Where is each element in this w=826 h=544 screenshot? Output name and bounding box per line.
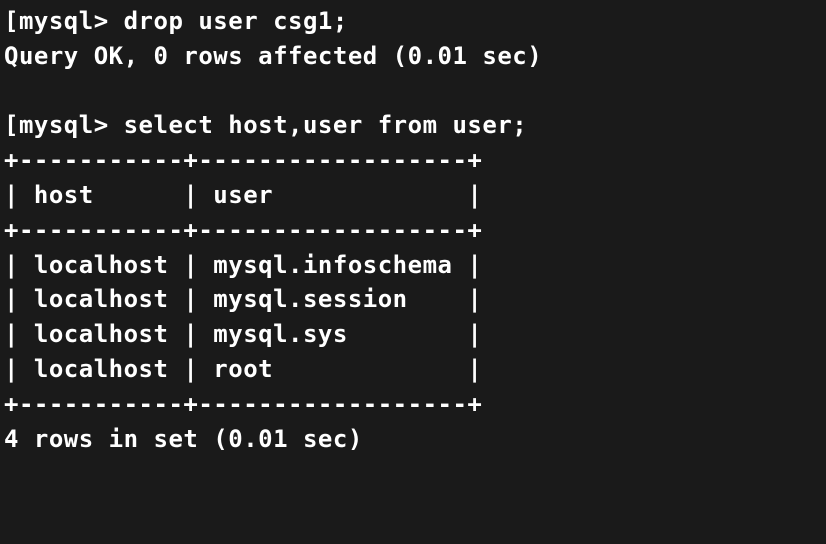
command-drop-user: drop user csg1; xyxy=(124,7,348,35)
table-border-bot: +-----------+------------------+ xyxy=(4,387,826,422)
command-select: select host,user from user; xyxy=(124,111,528,139)
table-row: | localhost | root | xyxy=(4,352,826,387)
table-row: | localhost | mysql.sys | xyxy=(4,317,826,352)
response-rows-in-set: 4 rows in set (0.01 sec) xyxy=(4,422,826,457)
blank-line xyxy=(4,74,826,109)
table-row: | localhost | mysql.infoschema | xyxy=(4,248,826,283)
table-border-mid: +-----------+------------------+ xyxy=(4,213,826,248)
table-header: | host | user | xyxy=(4,178,826,213)
table-border-top: +-----------+------------------+ xyxy=(4,143,826,178)
response-query-ok: Query OK, 0 rows affected (0.01 sec) xyxy=(4,39,826,74)
mysql-prompt[interactable]: [mysql> xyxy=(4,111,124,139)
terminal-line-1: [mysql> drop user csg1; xyxy=(4,4,826,39)
table-row: | localhost | mysql.session | xyxy=(4,282,826,317)
terminal-line-2: [mysql> select host,user from user; xyxy=(4,108,826,143)
mysql-prompt[interactable]: [mysql> xyxy=(4,7,124,35)
